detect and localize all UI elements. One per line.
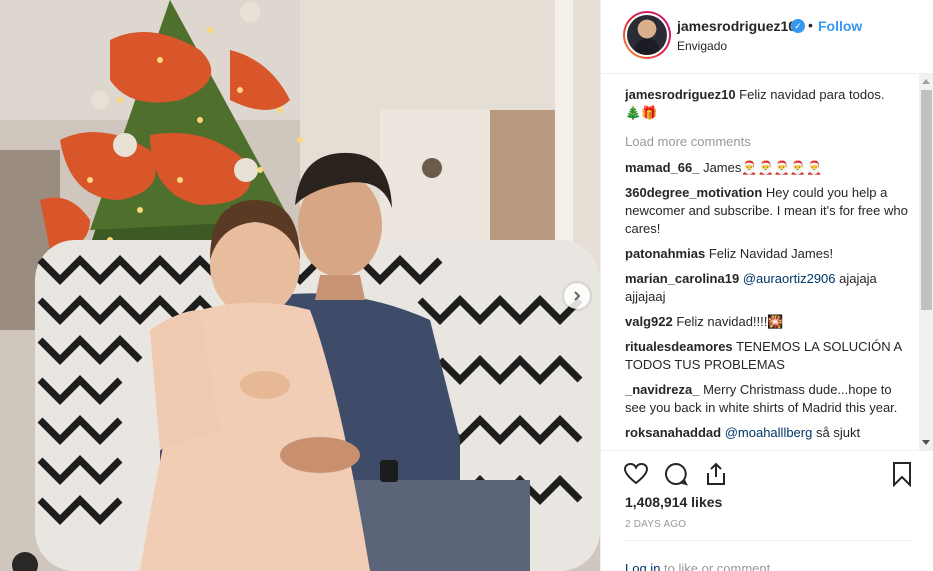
comment-text: Feliz navidad!!!!🎇 — [676, 314, 784, 329]
comment-text: så sjukt — [815, 425, 861, 440]
comments-list[interactable]: jamesrodriguez10 Feliz navidad para todo… — [625, 86, 915, 448]
next-photo-button[interactable] — [564, 283, 590, 309]
scroll-down-icon[interactable] — [922, 440, 930, 445]
comment-text: James🎅🎅🎅🎅🎅 — [703, 160, 823, 175]
caption-emoji: 🎄🎁 — [625, 105, 658, 120]
login-prompt-text: to like or comment. — [664, 561, 774, 571]
list-item: mamad_66_ James🎅🎅🎅🎅🎅 — [625, 159, 915, 177]
avatar[interactable] — [623, 11, 671, 59]
post-photo[interactable] — [0, 0, 600, 571]
chevron-right-icon — [574, 291, 581, 301]
comment-username[interactable]: marian_carolina19 — [625, 271, 739, 286]
likes-count[interactable]: 1,408,914 likes — [625, 494, 722, 510]
list-item: valg922 Feliz navidad!!!!🎇 — [625, 313, 915, 331]
share-icon — [707, 462, 725, 485]
list-item: roksanahaddad @moahalllberg så sjukt — [625, 424, 915, 442]
bookmark-icon — [893, 462, 911, 488]
scroll-thumb[interactable] — [921, 90, 932, 310]
heart-icon — [623, 462, 649, 485]
action-bar — [601, 450, 933, 494]
comment-username[interactable]: patonahmias — [625, 246, 705, 261]
login-link[interactable]: Log in — [625, 561, 660, 571]
avatar-image — [627, 15, 667, 55]
comment-username[interactable]: _navidreza_ — [625, 382, 699, 397]
comment-icon — [665, 462, 688, 486]
add-comment-section: Log in to like or comment. — [625, 540, 911, 571]
comment-username[interactable]: ritualesdeamores — [625, 339, 733, 354]
comment-text: Feliz Navidad James! — [708, 246, 834, 261]
comments-scrollbar[interactable] — [919, 74, 933, 450]
header-username[interactable]: jamesrodriguez10 — [677, 18, 796, 34]
post-header: jamesrodriguez10 ✓ • Follow Envigado — [601, 0, 933, 74]
verified-badge-icon: ✓ — [791, 19, 805, 33]
post-timestamp[interactable]: 2 DAYS AGO — [625, 519, 686, 530]
like-button[interactable] — [623, 461, 649, 487]
save-button[interactable] — [889, 461, 915, 488]
list-item: ritualesdeamores TENEMOS LA SOLUCIÓN A T… — [625, 338, 915, 374]
comment-username[interactable]: mamad_66_ — [625, 160, 699, 175]
comment-button[interactable] — [663, 461, 689, 487]
comment-mention[interactable]: @moahalllberg — [725, 425, 813, 440]
post-sidebar: jamesrodriguez10 ✓ • Follow Envigado jam… — [600, 0, 933, 571]
location-link[interactable]: Envigado — [677, 39, 727, 53]
caption-text: Feliz navidad para todos. — [739, 87, 885, 102]
list-item: _navidreza_ Merry Christmass dude...hope… — [625, 381, 915, 417]
follow-button[interactable]: Follow — [818, 18, 862, 34]
comment-username[interactable]: roksanahaddad — [625, 425, 721, 440]
comment-username[interactable]: valg922 — [625, 314, 673, 329]
scroll-up-icon[interactable] — [922, 79, 930, 84]
comment-username[interactable]: 360degree_motivation — [625, 185, 762, 200]
list-item: 360degree_motivation Hey could you help … — [625, 184, 915, 238]
load-more-comments-button[interactable]: Load more comments — [625, 133, 915, 151]
list-item: patonahmias Feliz Navidad James! — [625, 245, 915, 263]
list-item: marian_carolina19 @auraortiz2906 ajajaja… — [625, 270, 915, 306]
share-button[interactable] — [703, 461, 729, 487]
comment-mention[interactable]: @auraortiz2906 — [743, 271, 836, 286]
header-separator: • — [808, 17, 813, 33]
caption-username[interactable]: jamesrodriguez10 — [625, 87, 736, 102]
login-prompt: Log in to like or comment. — [625, 561, 774, 571]
instagram-post: jamesrodriguez10 ✓ • Follow Envigado jam… — [0, 0, 933, 571]
photo-illustration — [0, 0, 600, 571]
tag-indicator-icon[interactable] — [12, 552, 38, 571]
avatar-frame — [625, 13, 669, 57]
post-caption: jamesrodriguez10 Feliz navidad para todo… — [625, 86, 915, 122]
